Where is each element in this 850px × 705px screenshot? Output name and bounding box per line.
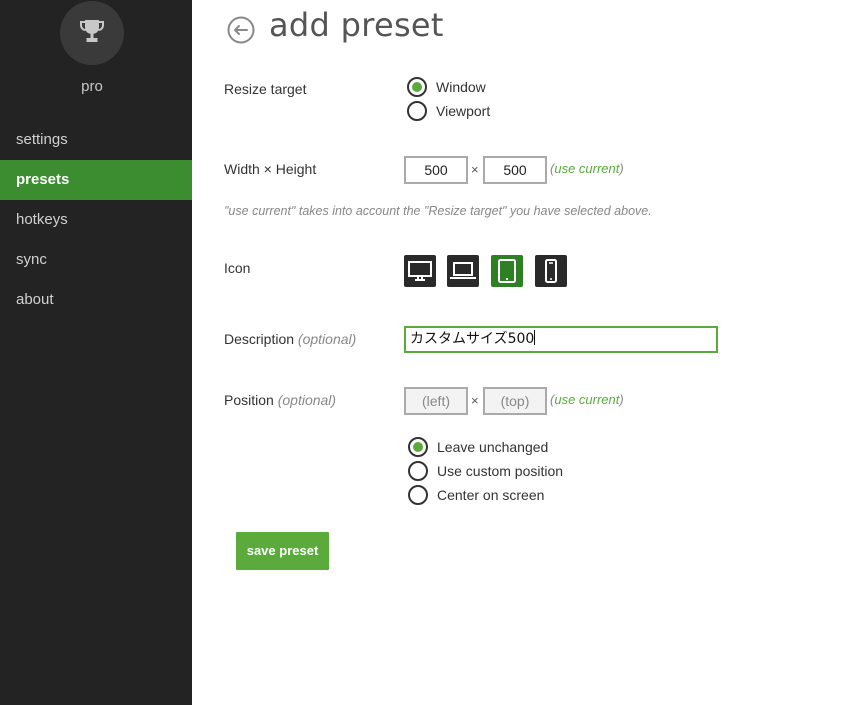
phone-icon [545, 259, 557, 283]
laptop-icon [450, 262, 476, 279]
use-current-position-link[interactable]: use current [554, 392, 619, 407]
dimension-hint: "use current" takes into account the "Re… [224, 204, 652, 218]
use-current-position: (use current) [550, 392, 624, 407]
main-content: add preset Resize target Window Viewport… [192, 0, 850, 705]
width-input[interactable]: 500 [404, 156, 468, 184]
icon-option-tablet[interactable] [491, 255, 523, 287]
radio-viewport-circle[interactable] [407, 101, 427, 121]
radio-custom-position-label: Use custom position [437, 463, 564, 479]
icon-option-desktop[interactable] [404, 255, 436, 287]
resize-target-label: Resize target [224, 81, 307, 97]
left-input[interactable]: (left) [404, 387, 468, 415]
use-current-size-link[interactable]: use current [554, 161, 619, 176]
radio-custom-position[interactable]: Use custom position [408, 460, 563, 482]
sidebar-item-about[interactable]: about [0, 280, 192, 320]
radio-viewport-label: Viewport [436, 103, 491, 119]
position-label-text: Position [224, 392, 274, 408]
radio-viewport[interactable]: Viewport [407, 100, 490, 122]
radio-center-screen-circle[interactable] [408, 485, 428, 505]
icon-option-phone[interactable] [535, 255, 567, 287]
use-current-size: (use current) [550, 161, 624, 176]
description-optional: (optional) [297, 331, 357, 347]
height-input[interactable]: 500 [483, 156, 547, 184]
avatar [60, 1, 124, 65]
width-height-label: Width × Height [224, 161, 317, 177]
radio-window-label: Window [436, 79, 486, 95]
account-label: pro [81, 78, 103, 95]
radio-leave-unchanged-circle[interactable] [408, 437, 428, 457]
radio-center-screen[interactable]: Center on screen [408, 484, 544, 506]
sidebar-item-sync[interactable]: sync [0, 240, 192, 280]
back-arrow-icon [227, 16, 255, 44]
radio-leave-unchanged-label: Leave unchanged [437, 439, 549, 455]
description-label: Description (optional) [224, 331, 356, 347]
back-button[interactable] [227, 16, 255, 44]
icon-option-laptop[interactable] [447, 255, 479, 287]
position-separator: × [471, 393, 479, 408]
description-label-text: Description [224, 331, 295, 347]
top-input[interactable]: (top) [483, 387, 547, 415]
sidebar-nav: settings presets hotkeys sync about [0, 120, 192, 320]
position-label: Position (optional) [224, 392, 336, 408]
radio-custom-position-circle[interactable] [408, 461, 428, 481]
sidebar-item-settings[interactable]: settings [0, 120, 192, 160]
save-preset-button[interactable]: save preset [236, 532, 329, 570]
tablet-icon [498, 259, 516, 283]
sidebar-item-presets[interactable]: presets [0, 160, 192, 200]
desktop-icon [408, 261, 432, 281]
position-optional: (optional) [277, 392, 337, 408]
description-value: カスタムサイズ500 [410, 331, 535, 347]
radio-center-screen-label: Center on screen [437, 487, 545, 503]
radio-window[interactable]: Window [407, 76, 486, 98]
radio-window-circle[interactable] [407, 77, 427, 97]
trophy-icon [80, 20, 104, 42]
icon-label: Icon [224, 260, 251, 276]
page-title: add preset [269, 6, 444, 44]
sidebar: pro settings presets hotkeys sync about [0, 0, 192, 705]
text-caret [534, 330, 536, 345]
dimension-separator: × [471, 162, 479, 177]
description-input[interactable]: カスタムサイズ500 [404, 326, 718, 353]
sidebar-item-hotkeys[interactable]: hotkeys [0, 200, 192, 240]
radio-leave-unchanged[interactable]: Leave unchanged [408, 436, 548, 458]
